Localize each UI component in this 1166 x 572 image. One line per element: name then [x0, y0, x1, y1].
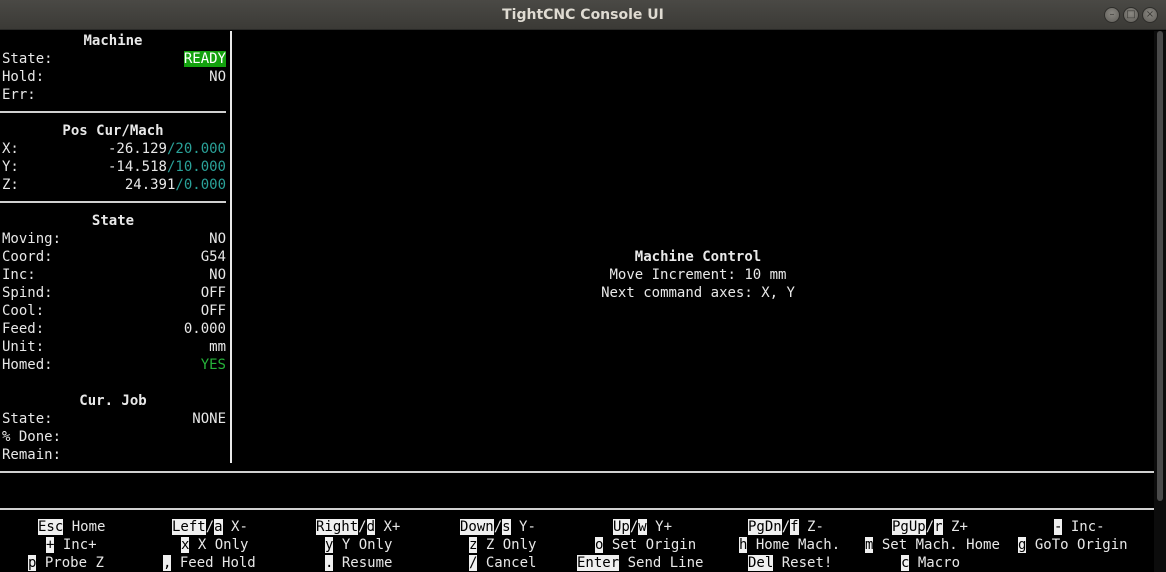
window-controls: – □ ×	[1104, 7, 1158, 23]
cool-value: OFF	[200, 303, 226, 319]
key-pgup-z-plus[interactable]: PgUp/r Z+	[892, 518, 968, 536]
divider	[0, 471, 1154, 473]
pos-y-mach: /10.000	[166, 159, 226, 175]
job-done-label: % Done:	[2, 429, 62, 445]
machine-state-label: State:	[2, 51, 53, 67]
minimize-icon[interactable]: –	[1104, 7, 1120, 23]
key-right-x-plus[interactable]: Right/d X+	[316, 518, 400, 536]
cool-label: Cool:	[2, 303, 45, 319]
job-header: Cur. Job	[79, 393, 147, 409]
divider	[0, 111, 226, 113]
inc-value: NO	[209, 267, 226, 283]
inc-label: Inc:	[2, 267, 36, 283]
pos-z-cur: 24.391	[124, 177, 176, 193]
err-label: Err:	[2, 87, 36, 103]
moving-label: Moving:	[2, 231, 62, 247]
divider	[0, 201, 226, 203]
moving-value: NO	[209, 231, 226, 247]
maximize-icon[interactable]: □	[1123, 7, 1139, 23]
state-header: State	[91, 213, 135, 229]
key-set-origin[interactable]: o Set Origin	[595, 536, 696, 554]
window-title: TightCNC Console UI	[502, 7, 664, 23]
pos-y-label: Y:	[2, 159, 19, 175]
key-inc-plus[interactable]: + Inc+	[46, 536, 97, 554]
machine-header: Machine	[83, 33, 143, 49]
divider	[0, 508, 1154, 510]
spind-value: OFF	[200, 285, 226, 301]
terminal: Machine State: READY Hold: NO Err: Pos C…	[0, 31, 1166, 572]
key-cancel[interactable]: / Cancel	[469, 554, 536, 572]
pos-x-mach: /20.000	[166, 141, 226, 157]
key-set-mach-home[interactable]: m Set Mach. Home	[865, 536, 1000, 554]
hold-label: Hold:	[2, 69, 45, 85]
pos-z-mach: /0.000	[175, 177, 226, 193]
machine-state-value: READY	[183, 51, 226, 67]
key-goto-origin[interactable]: g GoTo Origin	[1018, 536, 1128, 554]
window-titlebar[interactable]: TightCNC Console UI – □ ×	[0, 0, 1166, 30]
spind-label: Spind:	[2, 285, 53, 301]
coord-value: G54	[200, 249, 226, 265]
key-pgdn-z-minus[interactable]: PgDn/f Z-	[748, 518, 824, 536]
key-macro[interactable]: c Macro	[901, 554, 960, 572]
feed-value: 0.000	[183, 321, 226, 337]
pos-y-value: -14.518/10.000	[108, 158, 226, 176]
homed-label: Homed:	[2, 357, 53, 373]
job-remain-label: Remain:	[2, 447, 62, 463]
pos-x-cur: -26.129	[107, 141, 167, 157]
key-x-only[interactable]: x X Only	[181, 536, 248, 554]
key-left-x-minus[interactable]: Left/a X-	[172, 518, 248, 536]
command-input-line[interactable]	[0, 474, 1154, 507]
key-probe-z[interactable]: p Probe Z	[28, 554, 104, 572]
move-increment: Move Increment: 10 mm	[609, 267, 787, 283]
coord-label: Coord:	[2, 249, 53, 265]
job-state-label: State:	[2, 411, 53, 427]
pos-x-label: X:	[2, 141, 19, 157]
next-axes: Next command axes: X, Y	[601, 285, 795, 301]
unit-label: Unit:	[2, 339, 45, 355]
job-state-value: NONE	[192, 411, 226, 427]
key-inc-minus[interactable]: - Inc-	[1054, 518, 1105, 536]
key-y-only[interactable]: y Y Only	[325, 536, 392, 554]
pos-y-cur: -14.518	[107, 159, 167, 175]
key-z-only[interactable]: z Z Only	[469, 536, 536, 554]
close-icon[interactable]: ×	[1142, 7, 1158, 23]
homed-value: YES	[200, 357, 226, 373]
main-title: Machine Control	[634, 249, 762, 265]
pos-header: Pos Cur/Mach	[62, 123, 164, 139]
feed-label: Feed:	[2, 321, 45, 337]
panel-divider	[230, 31, 232, 463]
pos-z-value: 24.391/0.000	[125, 176, 226, 194]
key-esc-home[interactable]: Esc Home	[38, 518, 105, 536]
key-send-line[interactable]: Enter Send Line	[577, 554, 703, 572]
unit-value: mm	[209, 339, 226, 355]
key-reset[interactable]: Del Reset!	[748, 554, 832, 572]
pos-z-label: Z:	[2, 177, 19, 193]
key-up-y-plus[interactable]: Up/w Y+	[613, 518, 672, 536]
key-down-y-minus[interactable]: Down/s Y-	[460, 518, 536, 536]
key-home-mach[interactable]: h Home Mach.	[739, 536, 840, 554]
key-resume[interactable]: . Resume	[325, 554, 392, 572]
key-feed-hold[interactable]: , Feed Hold	[163, 554, 256, 572]
hold-value: NO	[209, 69, 226, 85]
pos-x-value: -26.129/20.000	[108, 140, 226, 158]
